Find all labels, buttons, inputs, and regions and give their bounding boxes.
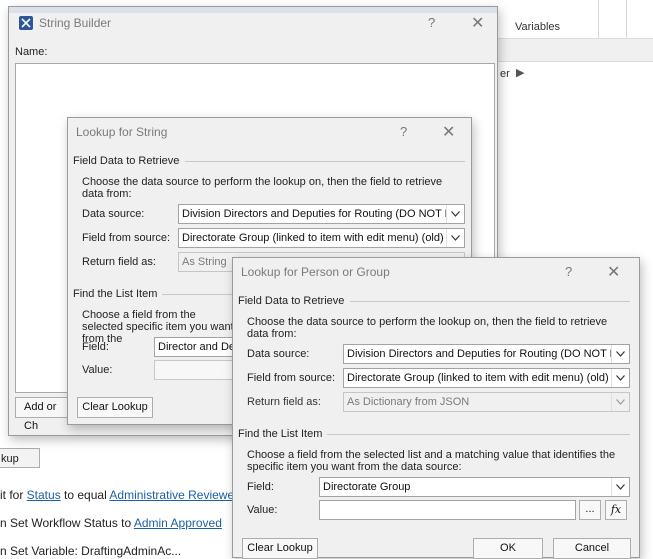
section-divider	[327, 434, 630, 435]
data-source-dropdown[interactable]: Division Directors and Deputies for Rout…	[178, 204, 465, 224]
status-value-link[interactable]: Administrative Reviewer	[109, 488, 238, 502]
toolbar-divider	[598, 0, 599, 38]
ribbon-band	[498, 38, 653, 62]
return-field-label: Return field as:	[82, 256, 156, 268]
cancel-button[interactable]: Cancel	[553, 538, 631, 559]
status-field-link[interactable]: Status	[27, 488, 61, 502]
tools-icon	[19, 16, 33, 30]
dialog-title: String Builder	[39, 16, 112, 30]
find-description: Choose a field from the selected list an…	[247, 449, 616, 473]
section-divider	[162, 294, 232, 295]
return-field-dropdown: As Dictionary from JSON	[343, 392, 630, 412]
breadcrumb-arrow-icon: ▶	[516, 67, 525, 79]
section-divider	[185, 161, 465, 162]
retrieve-description: Choose the data source to perform the lo…	[82, 176, 443, 200]
chevron-down-icon	[611, 393, 629, 411]
chevron-down-icon	[611, 369, 629, 387]
return-field-label: Return field as:	[247, 396, 321, 408]
chevron-down-icon	[446, 229, 464, 247]
workflow-status-link[interactable]: Admin Approved	[134, 516, 222, 530]
field-label: Field:	[247, 481, 274, 493]
section-heading: Field Data to Retrieve	[73, 155, 180, 167]
field-label: Field:	[82, 341, 109, 353]
lookup-button[interactable]: kup	[0, 448, 40, 468]
data-source-label: Data source:	[247, 348, 310, 360]
field-from-source-label: Field from source:	[247, 372, 336, 384]
section-divider	[350, 301, 630, 302]
data-source-dropdown[interactable]: Division Directors and Deputies for Rout…	[343, 344, 630, 364]
help-button[interactable]: ?	[400, 124, 407, 139]
fx-icon[interactable]: fx	[605, 500, 627, 520]
breadcrumb[interactable]: er	[500, 68, 510, 80]
section-heading: Field Data to Retrieve	[238, 295, 345, 307]
workflow-step: n Set Variable: DraftingAdminAc...	[0, 544, 182, 558]
retrieve-description: Choose the data source to perform the lo…	[247, 316, 608, 340]
value-input[interactable]	[154, 360, 244, 380]
dialog-title: Lookup for Person or Group	[241, 265, 390, 279]
toolbar-divider	[626, 0, 627, 38]
help-button[interactable]: ?	[565, 264, 572, 279]
chevron-down-icon	[446, 205, 464, 223]
ok-button[interactable]: OK	[473, 538, 543, 559]
data-source-label: Data source:	[82, 208, 145, 220]
clear-lookup-button[interactable]: Clear Lookup	[77, 397, 153, 418]
value-label: Value:	[82, 364, 113, 376]
name-label: Name:	[15, 46, 48, 58]
workflow-step: it for Status to equal Administrative Re…	[0, 488, 239, 502]
browse-button[interactable]: ...	[579, 500, 601, 520]
clear-lookup-button[interactable]: Clear Lookup	[242, 538, 318, 559]
chevron-down-icon	[611, 345, 629, 363]
field-from-source-dropdown[interactable]: Directorate Group (linked to item with e…	[343, 368, 630, 388]
variables-tab[interactable]: Variables	[515, 21, 560, 33]
help-button[interactable]: ?	[428, 15, 435, 30]
chevron-down-icon	[611, 478, 629, 496]
section-heading: Find the List Item	[73, 288, 158, 300]
close-button[interactable]: ✕	[471, 13, 484, 33]
lookup-for-person-or-group-dialog: Lookup for Person or Group ? ✕ Field Dat…	[232, 257, 640, 559]
add-or-change-lookup-button[interactable]: Add or Ch	[15, 397, 73, 432]
dialog-title: Lookup for String	[76, 125, 168, 139]
field-dropdown[interactable]: Directorate Group	[319, 477, 630, 497]
workflow-step: n Set Workflow Status to Admin Approved	[0, 516, 222, 530]
field-from-source-label: Field from source:	[82, 232, 171, 244]
close-button[interactable]: ✕	[442, 122, 455, 142]
value-label: Value:	[247, 504, 278, 516]
section-heading: Find the List Item	[238, 428, 323, 440]
close-button[interactable]: ✕	[607, 262, 620, 282]
field-dropdown[interactable]: Director and De	[154, 337, 244, 357]
field-from-source-dropdown[interactable]: Directorate Group (linked to item with e…	[178, 228, 465, 248]
value-input[interactable]	[319, 500, 576, 520]
